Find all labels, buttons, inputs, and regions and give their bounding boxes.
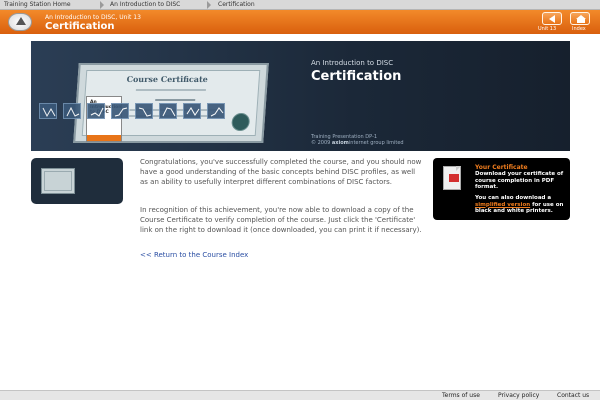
certificate-description: Download your certificate of course comp… bbox=[475, 171, 564, 190]
privacy-policy-link[interactable]: Privacy policy bbox=[498, 392, 539, 399]
return-to-index-link[interactable]: << Return to the Course Index bbox=[140, 251, 248, 259]
banner-subtitle: An Introduction to DISC bbox=[311, 59, 394, 67]
disc-graph-icon bbox=[63, 103, 81, 119]
pdf-icon bbox=[443, 166, 461, 190]
breadcrumb-current: Certification bbox=[218, 1, 255, 8]
disc-graph-icon bbox=[159, 103, 177, 119]
index-button-label: Index bbox=[572, 26, 586, 32]
breadcrumb-home-link[interactable]: Training Station Home bbox=[4, 0, 71, 10]
disc-graph-icon bbox=[135, 103, 153, 119]
chevron-right-icon bbox=[100, 1, 104, 9]
back-button-label: Unit 13 bbox=[538, 26, 557, 32]
unit-subtitle: An Introduction to DISC, Unit 13 bbox=[45, 14, 141, 21]
download-instructions-paragraph: In recognition of this achievement, you'… bbox=[140, 206, 422, 234]
banner-footer: Training Presentation DP-1 © 2009 axiomi… bbox=[311, 134, 404, 146]
index-button[interactable] bbox=[570, 12, 590, 25]
simplified-version-link[interactable]: simplified version bbox=[475, 202, 530, 208]
disc-graph-icon bbox=[207, 103, 225, 119]
page-title: Certification bbox=[45, 21, 115, 32]
banner-title: Certification bbox=[311, 69, 402, 84]
disc-graph-icon bbox=[87, 103, 105, 119]
breadcrumb: Training Station Home An Introduction to… bbox=[0, 0, 600, 10]
simplified-version-text: You can also download a simplified versi… bbox=[475, 195, 564, 214]
disc-graph-icon bbox=[111, 103, 129, 119]
page-header: An Introduction to DISC, Unit 13 Certifi… bbox=[0, 10, 600, 34]
certificate-thumbnail bbox=[31, 158, 123, 204]
disc-graph-icon bbox=[39, 103, 57, 119]
chevron-right-icon bbox=[207, 1, 211, 9]
certificate-icon bbox=[41, 168, 75, 194]
breadcrumb-course-link[interactable]: An Introduction to DISC bbox=[110, 0, 180, 10]
page-footer: Terms of use Privacy policy Contact us bbox=[0, 390, 600, 400]
congratulations-paragraph: Congratulations, you've successfully com… bbox=[140, 158, 422, 186]
certificate-link[interactable]: Your Certificate bbox=[475, 164, 528, 171]
arrow-left-icon bbox=[549, 15, 555, 23]
course-banner: Course Certificate An Introduction to DI… bbox=[31, 41, 570, 151]
terms-of-use-link[interactable]: Terms of use bbox=[442, 392, 480, 399]
disc-graph-icon bbox=[183, 103, 201, 119]
seal-icon bbox=[231, 113, 251, 131]
certificate-title: Course Certificate bbox=[126, 74, 209, 84]
certificate-download-card[interactable]: Your Certificate Download your certifica… bbox=[433, 158, 570, 220]
contact-us-link[interactable]: Contact us bbox=[557, 392, 589, 399]
axiom-logo-icon bbox=[8, 13, 32, 31]
back-button[interactable] bbox=[542, 12, 562, 25]
